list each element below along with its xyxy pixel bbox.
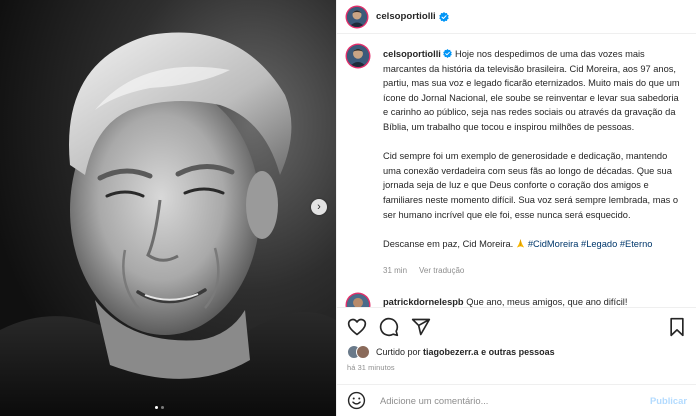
comment-item: patrickdornelespb Que ano, meus amigos, … [383, 297, 627, 307]
liker-avatar[interactable] [356, 345, 370, 359]
author-username[interactable]: celsoportiolli [376, 11, 436, 22]
likes-prefix: Curtido por [376, 347, 421, 357]
commenter-avatar[interactable] [347, 294, 369, 307]
likes-summary: Curtido por tiagobezerr.a e outras pesso… [347, 345, 555, 359]
caption-meta: 31 min Ver tradução [383, 266, 464, 275]
comment-icon[interactable] [379, 317, 399, 337]
comment-text: Que ano, meus amigos, que ano difícil! [466, 297, 628, 307]
post-caption: celsoportiolli Hoje nos despedimos de um… [383, 47, 683, 266]
carousel-dot [161, 406, 164, 409]
caption-paragraph-2: Cid sempre foi um exemplo de generosidad… [383, 151, 679, 220]
likes-text: Curtido por tiagobezerr.a e outras pesso… [376, 347, 555, 357]
carousel-indicator [155, 406, 164, 409]
verified-icon [438, 11, 449, 22]
post-header: celsoportiolli [337, 0, 696, 34]
carousel-dot-active [155, 406, 158, 409]
author-avatar[interactable] [347, 6, 367, 27]
caption-author-avatar[interactable] [347, 45, 369, 67]
caption-text-1: Hoje nos despedimos de uma das vozes mai… [383, 49, 680, 132]
post-media[interactable]: › [0, 0, 336, 416]
likes-suffix[interactable]: e outras pessoas [481, 347, 555, 357]
caption-closing: Descanse em paz, Cid Moreira. #CidMoreir… [383, 237, 683, 252]
caption-paragraph-1: celsoportiolli Hoje nos despedimos de um… [383, 47, 683, 135]
heart-icon[interactable] [347, 317, 367, 337]
liker-username[interactable]: tiagobezerr.a [423, 347, 479, 357]
comment-input[interactable] [380, 395, 630, 406]
post-timestamp: há 31 minutos [347, 363, 395, 372]
post-side-panel: celsoportiolli celsoportiolli Hoje nos d… [336, 0, 696, 416]
caption-time: 31 min [383, 266, 408, 275]
emoji-icon[interactable] [347, 391, 366, 410]
publish-button[interactable]: Publicar [650, 395, 687, 406]
verified-icon [443, 49, 453, 58]
action-bar [337, 307, 696, 345]
comments-section: celsoportiolli Hoje nos despedimos de um… [337, 35, 696, 307]
instagram-post: › celsoportiolli celsoportiolli Hoje nos… [0, 0, 696, 416]
caption-closing-text: Descanse em paz, Cid Moreira. [383, 238, 514, 249]
carousel-next-button[interactable]: › [311, 199, 327, 215]
post-photo [0, 0, 336, 416]
share-icon[interactable] [411, 317, 431, 337]
hashtag-link[interactable]: #Eterno [620, 239, 653, 249]
commenter-username[interactable]: patrickdornelespb [383, 297, 464, 307]
hashtag-link[interactable]: #Legado [581, 239, 617, 249]
bookmark-icon[interactable] [667, 317, 687, 337]
praying-hands-icon [516, 239, 524, 248]
add-comment-bar: Publicar [337, 384, 696, 416]
caption-username[interactable]: celsoportiolli [383, 49, 441, 59]
translate-link[interactable]: Ver tradução [419, 266, 464, 275]
chevron-right-icon: › [317, 200, 321, 213]
hashtag-link[interactable]: #CidMoreira [528, 239, 579, 249]
